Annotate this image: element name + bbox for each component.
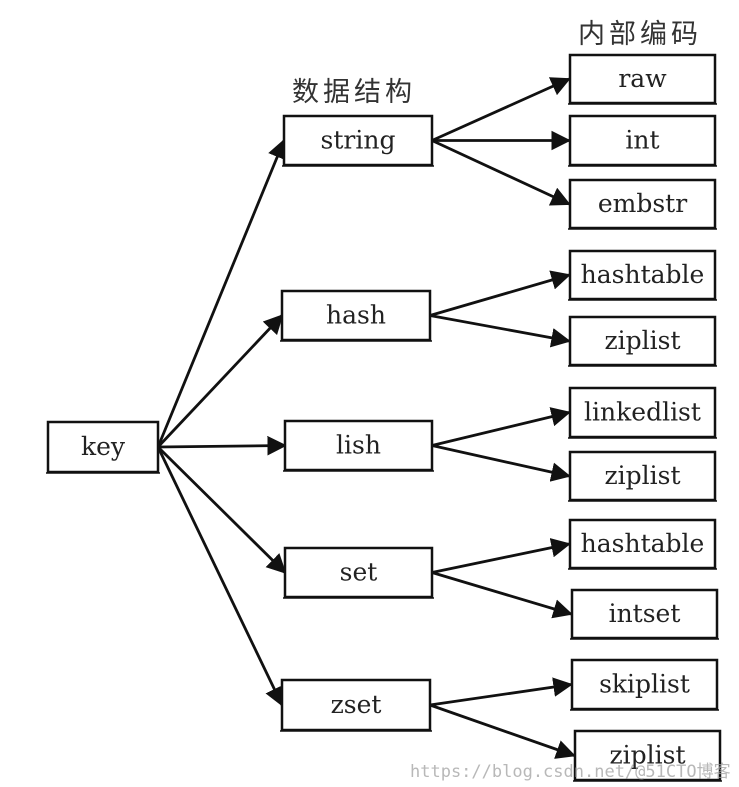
arrow-key-to-string [156, 138, 287, 448]
diagram: key string raw int embstr hash hashtable ziplis… [46, 53, 722, 782]
arrow-zset-to-skiplist [429, 677, 573, 707]
encoding-lish-linkedlist-label: linkedlist [584, 398, 701, 427]
arrow-set-to-intset [431, 571, 573, 619]
key-node-label: key [81, 432, 126, 461]
encoding-string-raw-label: raw [618, 64, 667, 93]
arrow-key-to-zset [156, 446, 284, 707]
arrow-string-to-raw [431, 77, 571, 142]
structure-zset-label: zset [331, 690, 382, 719]
arrow-hash-to-hashtable [429, 270, 571, 317]
arrow-zset-to-ziplist [429, 703, 576, 759]
structure-string-label: string [321, 126, 396, 155]
encoding-set-intset-label: intset [609, 599, 681, 628]
arrow-lish-to-ziplist [431, 444, 571, 482]
arrow-set-to-hashtable [431, 537, 571, 574]
encoding-hash-ziplist-label: ziplist [604, 326, 680, 355]
arrow-key-to-hash [156, 314, 284, 448]
arrow-string-to-embstr [431, 139, 571, 206]
encoding-lish-ziplist-label: ziplist [604, 461, 680, 490]
arrow-lish-to-linkedlist [431, 407, 571, 447]
arrow-key-to-lish [157, 435, 287, 456]
encoding-set-hashtable-label: hashtable [581, 529, 705, 558]
encoding-hash-hashtable-label: hashtable [581, 260, 705, 289]
arrow-key-to-set [157, 446, 287, 574]
structure-set-label: set [340, 558, 378, 587]
encoding-zset-skiplist-label: skiplist [599, 670, 690, 699]
structure-lish-label: lish [336, 431, 381, 460]
arrow-hash-to-ziplist [429, 314, 571, 348]
encoding-string-int-label: int [625, 126, 659, 155]
structure-hash-label: hash [326, 301, 386, 330]
watermark: https://blog.csdn.net/@51CTO博客 [410, 762, 731, 782]
encoding-string-embstr-label: embstr [598, 189, 687, 218]
